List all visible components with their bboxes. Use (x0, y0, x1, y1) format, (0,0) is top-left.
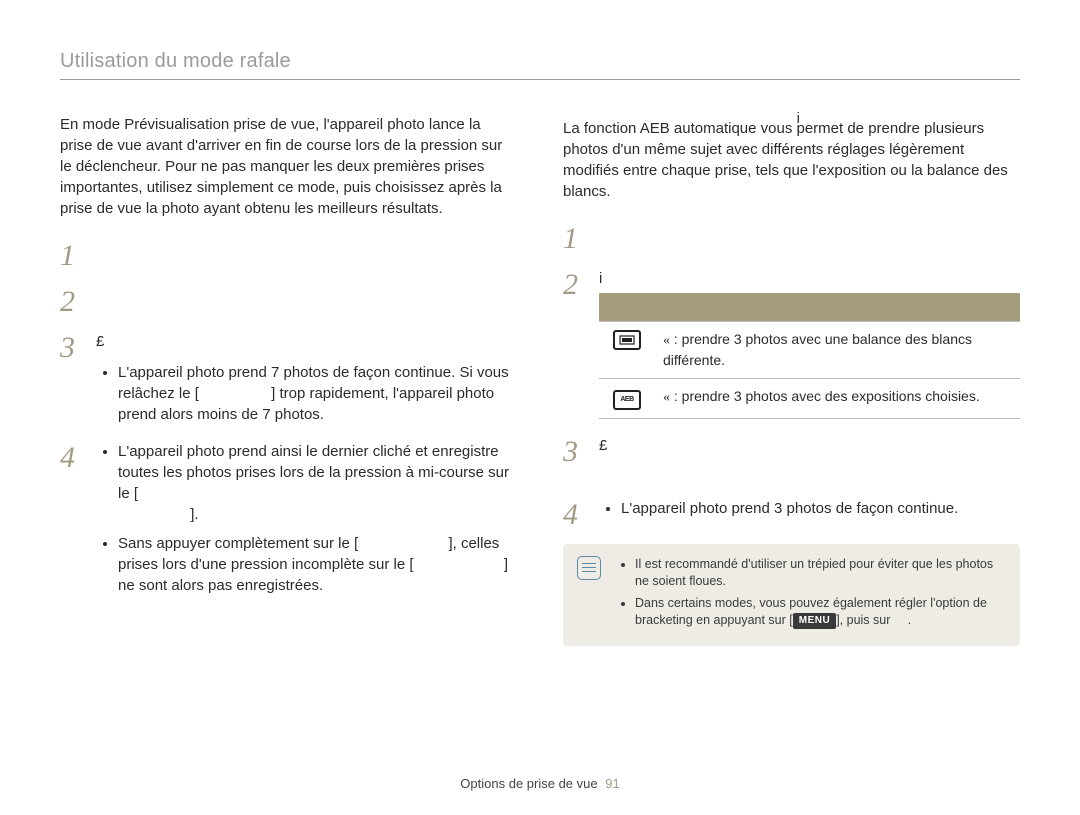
s4b1a: L'appareil photo prend ainsi le dernier … (118, 443, 509, 502)
left-step-1 (60, 239, 517, 269)
left-step-4-bullets: L'appareil photo prend ainsi le dernier … (96, 441, 517, 596)
ae-bracket-icon: AEB (613, 390, 641, 410)
page: Utilisation du mode rafale En mode Prévi… (0, 0, 1080, 815)
left-step-2 (60, 285, 517, 315)
txt1: : prendre 3 photos avec une balance des … (663, 331, 972, 368)
table-row: « : prendre 3 photos avec une balance de… (599, 322, 1020, 379)
columns: En mode Prévisualisation prise de vue, l… (60, 114, 1020, 646)
table-row-2-desc: « : prendre 3 photos avec des exposition… (655, 378, 1020, 418)
left-intro: En mode Prévisualisation prise de vue, l… (60, 114, 517, 219)
table-header-desc (655, 293, 1020, 322)
bracket-gap-3 (358, 534, 448, 552)
table-row-1-desc: « : prendre 3 photos avec une balance de… (655, 322, 1020, 379)
right-column: i La fonction AEB automatique vous perme… (563, 114, 1020, 646)
bracket-gap-4 (414, 555, 504, 573)
right-intro: La fonction AEB automatique vous permet … (563, 118, 1020, 202)
note-item-1: Il est recommandé d'utiliser un trépied … (635, 556, 1006, 591)
txt2: : prendre 3 photos avec des expositions … (670, 388, 980, 404)
note-icon (577, 556, 601, 580)
n2c: . (908, 613, 911, 627)
page-title-text: Utilisation du mode rafale (60, 50, 291, 72)
right-steps: i (563, 222, 1020, 528)
table-header-icon (599, 293, 655, 322)
note-box: Il est recommandé d'utiliser un trépied … (563, 544, 1020, 646)
q2: « (663, 390, 670, 405)
ae-bracket-icon-cell: AEB (599, 378, 655, 418)
table-row: AEB « : prendre 3 photos avec des exposi… (599, 378, 1020, 418)
s4b2a: Sans appuyer complètement sur le [ (118, 535, 358, 552)
footer-section: Options de prise de vue (460, 776, 597, 791)
right-step-4-bullet: L'appareil photo prend 3 photos de façon… (621, 498, 1020, 519)
right-step-3: £ (563, 435, 1020, 482)
q1: « (663, 333, 670, 348)
left-step-3-bullet-1: L'appareil photo prend 7 photos de façon… (118, 362, 517, 425)
bracket-gap-1 (199, 384, 271, 402)
right-step-4-bullets: L'appareil photo prend 3 photos de façon… (599, 498, 1020, 519)
right-step-2: i (563, 268, 1020, 419)
bracket-gap-2 (118, 505, 190, 523)
n2b: ], puis sur (836, 613, 890, 627)
s4b1b: ]. (190, 506, 198, 523)
heading-glyph: i (797, 108, 800, 129)
right-step-4: L'appareil photo prend 3 photos de façon… (563, 498, 1020, 528)
footer-page-number: 91 (605, 776, 619, 791)
shutter-glyph-right: £ (599, 435, 607, 456)
left-step-3-bullets: L'appareil photo prend 7 photos de façon… (96, 362, 517, 425)
note-item-2: Dans certains modes, vous pouvez égaleme… (635, 595, 1006, 630)
left-steps: £ L'appareil photo prend 7 photos de faç… (60, 239, 517, 596)
page-title: Utilisation du mode rafale (60, 50, 1020, 80)
wb-bracket-icon (613, 330, 641, 350)
menu-chip: MENU (793, 613, 836, 629)
right-step-1 (563, 222, 1020, 252)
wb-bracket-icon-cell (599, 322, 655, 379)
shutter-glyph: £ (96, 331, 104, 352)
options-table: « : prendre 3 photos avec une balance de… (599, 293, 1020, 419)
i-glyph: i (599, 268, 602, 289)
note-icon-wrap (577, 556, 605, 634)
left-step-4-bullet-1: L'appareil photo prend ainsi le dernier … (118, 441, 517, 525)
footer: Options de prise de vue 91 (0, 776, 1080, 791)
left-step-4-bullet-2: Sans appuyer complètement sur le [ ], ce… (118, 533, 517, 596)
left-step-3: £ L'appareil photo prend 7 photos de faç… (60, 331, 517, 425)
note-list: Il est recommandé d'utiliser un trépied … (619, 556, 1006, 634)
left-column: En mode Prévisualisation prise de vue, l… (60, 114, 517, 646)
left-step-4: L'appareil photo prend ainsi le dernier … (60, 441, 517, 596)
